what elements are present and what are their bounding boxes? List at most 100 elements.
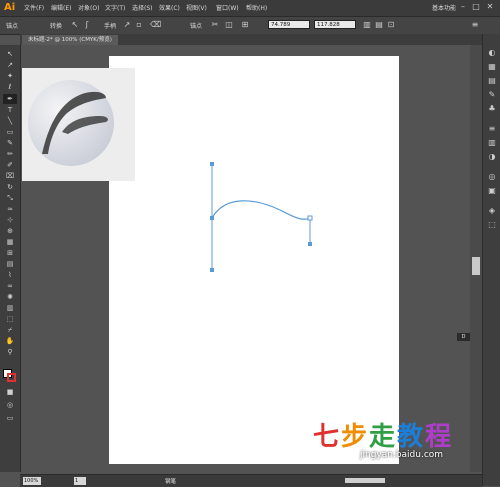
appearance-panel-icon[interactable]: ◎ <box>486 172 498 182</box>
watermark-char-1: 七 <box>313 422 342 452</box>
convert-corner-icon[interactable]: ↖ <box>70 20 80 30</box>
align-icon[interactable]: ⊞ <box>240 20 250 30</box>
handle-label: 手柄 <box>104 23 117 30</box>
brushes-panel-icon[interactable]: ✎ <box>486 90 498 100</box>
reference-glyph <box>42 91 108 154</box>
align-vertical-icon[interactable]: ▤ <box>374 20 384 30</box>
stroke-swatch[interactable] <box>7 373 16 382</box>
swatches-panel-icon[interactable]: ▤ <box>486 76 498 86</box>
magic-wand-tool-icon[interactable]: ✦ <box>3 71 17 81</box>
horizontal-scroll-thumb[interactable] <box>345 478 385 483</box>
color-guide-icon[interactable]: ▦ <box>486 62 498 72</box>
menu-bar: Ai 文件(F) 编辑(E) 对象(O) 文字(T) 选择(S) 效果(C) 视… <box>0 0 500 17</box>
eraser-tool-icon[interactable]: ⌧ <box>3 171 17 181</box>
menu-edit[interactable]: 编辑(E) <box>51 3 71 12</box>
gradient-tool-icon[interactable]: ▤ <box>3 259 17 269</box>
document-tabbar: 未标题-2* @ 100% (CMYK/预览) <box>20 34 482 45</box>
symbol-sprayer-tool-icon[interactable]: ✺ <box>3 292 17 302</box>
panel-dock: ◐ ▦ ▤ ✎ ♣ ≡ ▥ ◑ ◎ ▣ ◈ ⬚ <box>482 34 500 486</box>
watermark-char-3: 走 <box>369 422 398 452</box>
page-field[interactable]: 1 <box>74 477 86 485</box>
free-transform-tool-icon[interactable]: ⊹ <box>3 215 17 225</box>
document-tab[interactable]: 未标题-2* @ 100% (CMYK/预览) <box>22 35 118 45</box>
fill-stroke-swatch[interactable] <box>3 369 17 383</box>
blob-brush-tool-icon[interactable]: ✐ <box>3 160 17 170</box>
blend-tool-icon[interactable]: ∞ <box>3 281 17 291</box>
current-tool-text: 钢笔 <box>165 479 177 485</box>
handle-show-icon[interactable]: ↗ <box>122 20 132 30</box>
artboard-tool-icon[interactable]: ⬚ <box>3 314 17 324</box>
handle-hide-icon[interactable]: ▫ <box>134 20 144 30</box>
stroke-panel-icon[interactable]: ≡ <box>486 124 498 134</box>
draw-mode-icon[interactable]: ◎ <box>3 400 17 410</box>
menu-object[interactable]: 对象(O) <box>78 3 99 12</box>
menu-effect[interactable]: 效果(C) <box>159 3 180 12</box>
workspace-switcher[interactable]: 基本功能 <box>432 3 456 12</box>
transform-icon[interactable]: ⊡ <box>386 20 396 30</box>
canvas-indicator: D <box>457 333 470 341</box>
watermark-char-4: 教 <box>397 422 426 452</box>
menu-window[interactable]: 窗口(W) <box>216 3 239 12</box>
y-field[interactable]: 117.828 <box>314 20 356 29</box>
vertical-scroll-thumb[interactable] <box>472 257 480 275</box>
direct-selection-tool-icon[interactable]: ↗ <box>3 60 17 70</box>
minimize-icon[interactable]: – <box>458 2 468 12</box>
slice-tool-icon[interactable]: ⌿ <box>3 325 17 335</box>
layers-panel-icon[interactable]: ◈ <box>486 206 498 216</box>
eyedropper-tool-icon[interactable]: ⌇ <box>3 270 17 280</box>
gradient-panel-icon[interactable]: ▥ <box>486 138 498 148</box>
control-bar: 锚点 转换 ↖ ʃ 手柄 ↗ ▫ ⌫ 锚点 ✂ ◫ ⊞ 74.789 117.8… <box>0 17 500 35</box>
lasso-tool-icon[interactable]: ℓ <box>3 82 17 92</box>
toolbox: ↖ ↗ ✦ ℓ ✒ T ╲ ▭ ✎ ✏ ✐ ⌧ ↻ ⤡ ≈ ⊹ ⊕ ▦ ⊞ ▤ … <box>0 45 21 472</box>
mode-label: 锚点 <box>6 23 19 30</box>
rotate-tool-icon[interactable]: ↻ <box>3 182 17 192</box>
cut-path-icon[interactable]: ✂ <box>210 20 220 30</box>
rectangle-tool-icon[interactable]: ▭ <box>3 127 17 137</box>
watermark-site: jingyan.baidu.com <box>360 450 444 460</box>
vertical-scrollbar[interactable] <box>470 45 482 472</box>
app-logo: Ai <box>4 2 16 13</box>
type-tool-icon[interactable]: T <box>3 105 17 115</box>
watermark: 七步走教程 <box>313 416 453 453</box>
maximize-icon[interactable]: □ <box>471 2 481 12</box>
menu-file[interactable]: 文件(F) <box>24 3 44 12</box>
anchor-label: 锚点 <box>190 23 203 30</box>
align-horizontal-icon[interactable]: ▥ <box>362 20 372 30</box>
symbols-panel-icon[interactable]: ♣ <box>486 104 498 114</box>
pen-tool-icon[interactable]: ✒ <box>3 94 17 104</box>
menu-view[interactable]: 视图(V) <box>186 3 207 12</box>
zoom-field[interactable]: 100% <box>23 477 41 485</box>
menu-type[interactable]: 文字(T) <box>105 3 125 12</box>
line-tool-icon[interactable]: ╲ <box>3 116 17 126</box>
color-panel-icon[interactable]: ◐ <box>486 48 498 58</box>
screen-mode-icon[interactable]: ▭ <box>3 413 17 423</box>
perspective-grid-tool-icon[interactable]: ▦ <box>3 237 17 247</box>
mesh-tool-icon[interactable]: ⊞ <box>3 248 17 258</box>
watermark-char-5: 程 <box>425 422 454 452</box>
close-icon[interactable]: ✕ <box>485 2 495 12</box>
isolate-icon[interactable]: ◫ <box>224 20 234 30</box>
x-field[interactable]: 74.789 <box>268 20 310 29</box>
color-mode-icon[interactable]: ■ <box>3 387 17 397</box>
menu-select[interactable]: 选择(S) <box>132 3 153 12</box>
paintbrush-tool-icon[interactable]: ✎ <box>3 138 17 148</box>
status-bar: 100% 1 钢笔 <box>20 474 482 487</box>
hand-tool-icon[interactable]: ✋ <box>3 336 17 346</box>
menu-help[interactable]: 帮助(H) <box>246 3 267 12</box>
selection-tool-icon[interactable]: ↖ <box>3 49 17 59</box>
zoom-tool-icon[interactable]: ⚲ <box>3 347 17 357</box>
scale-tool-icon[interactable]: ⤡ <box>3 193 17 203</box>
reference-thumbnail <box>22 68 135 181</box>
pencil-tool-icon[interactable]: ✏ <box>3 149 17 159</box>
graphic-styles-icon[interactable]: ▣ <box>486 186 498 196</box>
convert-label: 转换 <box>50 23 63 30</box>
delete-anchor-icon[interactable]: ⌫ <box>150 20 161 30</box>
convert-smooth-icon[interactable]: ʃ <box>82 20 92 30</box>
artboard[interactable] <box>109 56 399 464</box>
width-tool-icon[interactable]: ≈ <box>3 204 17 214</box>
transparency-panel-icon[interactable]: ◑ <box>486 152 498 162</box>
panel-menu-icon[interactable]: ≡ <box>470 20 480 30</box>
shape-builder-tool-icon[interactable]: ⊕ <box>3 226 17 236</box>
graph-tool-icon[interactable]: ▥ <box>3 303 17 313</box>
artboards-panel-icon[interactable]: ⬚ <box>486 220 498 230</box>
